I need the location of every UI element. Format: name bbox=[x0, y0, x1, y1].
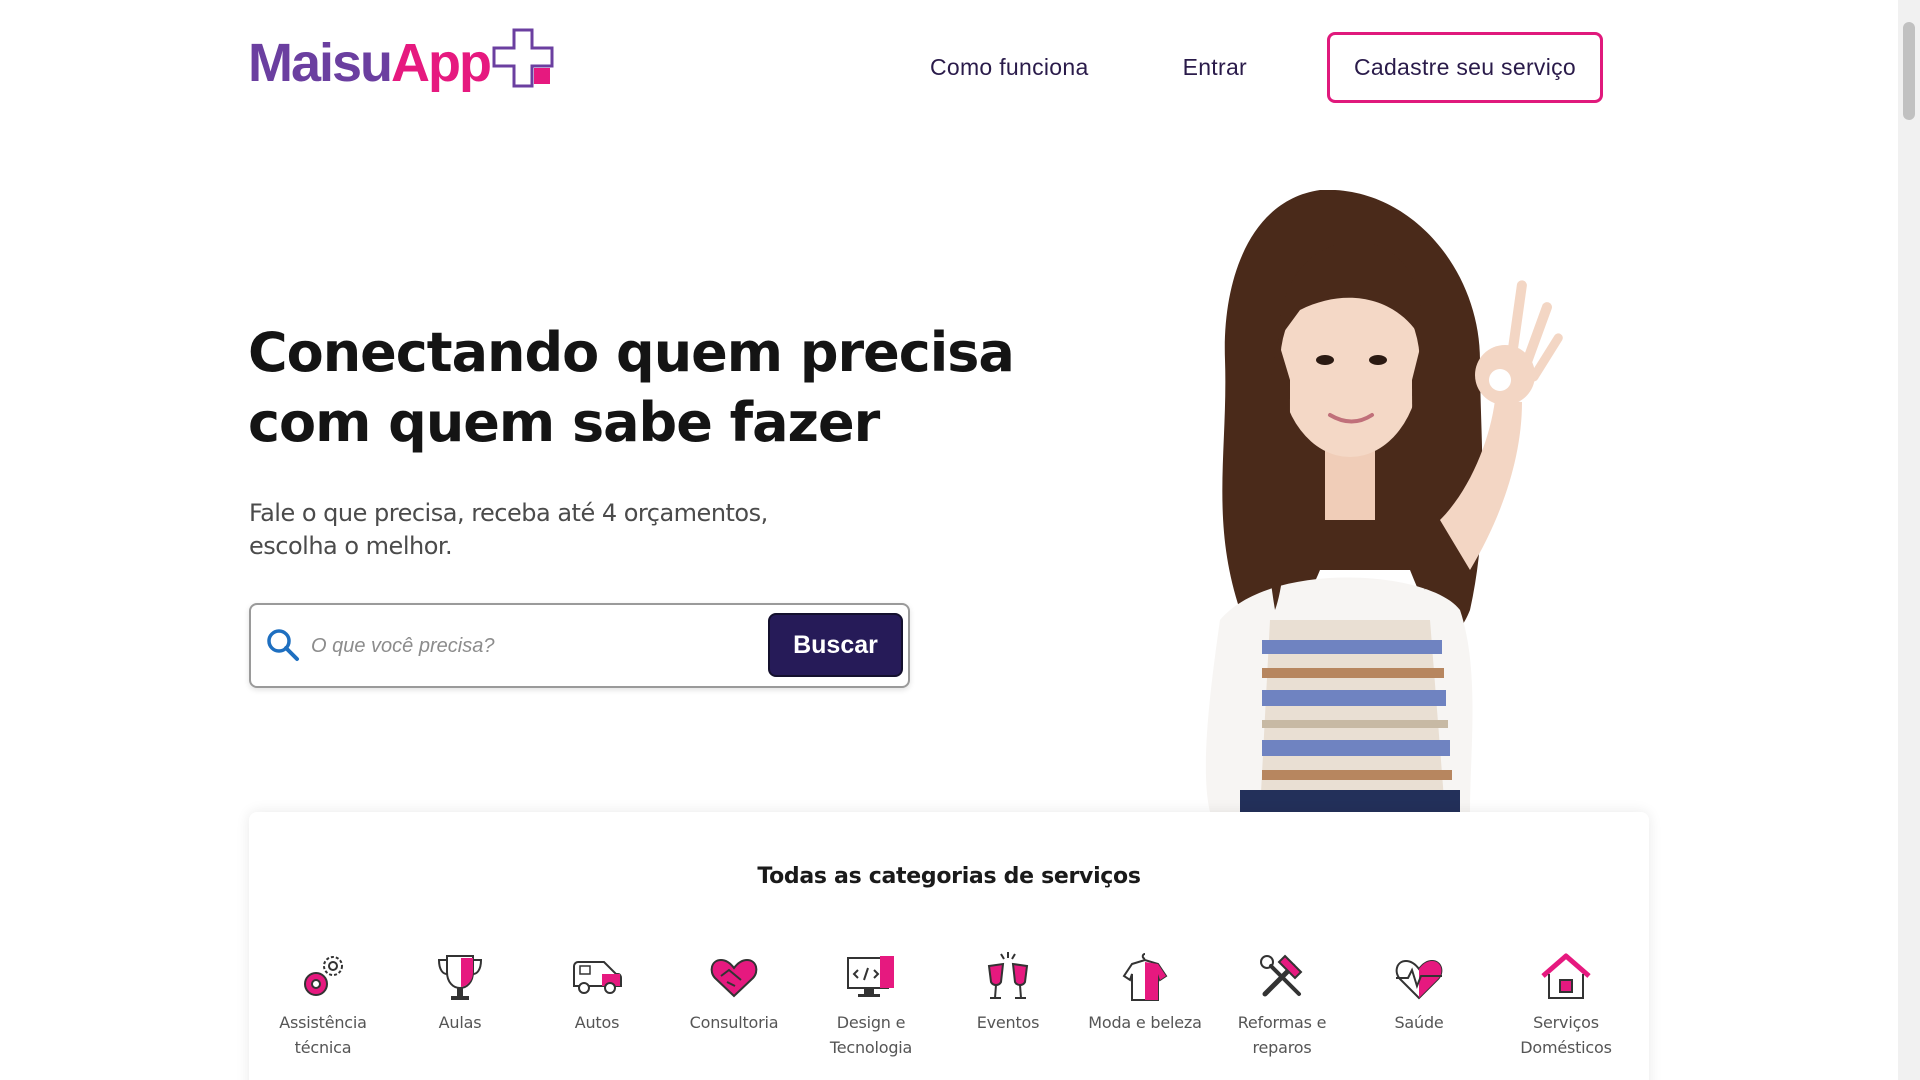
categories-title: Todas as categorias de serviços bbox=[757, 864, 1141, 889]
category-label: Design e Tecnologia bbox=[829, 1013, 913, 1057]
category-label: Consultoria bbox=[689, 1013, 779, 1032]
house-icon bbox=[1541, 953, 1591, 999]
logo-plus-icon bbox=[492, 28, 554, 88]
shirt-hanger-icon bbox=[1122, 953, 1168, 1001]
logo-text: MaisuApp bbox=[248, 33, 492, 93]
category-aulas[interactable]: Aulas bbox=[400, 950, 520, 1035]
category-label: Saúde bbox=[1394, 1013, 1444, 1032]
category-design-tecnologia[interactable]: Design e Tecnologia bbox=[811, 950, 931, 1060]
category-autos[interactable]: Autos bbox=[537, 950, 657, 1035]
category-label: Assistência técnica bbox=[279, 1013, 367, 1057]
champagne-glasses-icon bbox=[987, 952, 1029, 999]
handshake-icon bbox=[710, 958, 758, 998]
hero-woman-image bbox=[1205, 190, 1563, 812]
category-servicos-domesticos[interactable]: Serviços Domésticos bbox=[1506, 950, 1626, 1060]
monitor-code-icon bbox=[847, 956, 894, 997]
heart-pulse-icon bbox=[1395, 959, 1443, 1000]
apron-stripes bbox=[1240, 620, 1460, 812]
category-eventos[interactable]: Eventos bbox=[948, 950, 1068, 1035]
maisuapp-logo[interactable]: MaisuApp bbox=[248, 22, 556, 90]
search-bar: Buscar bbox=[249, 603, 910, 688]
van-icon bbox=[573, 961, 622, 994]
search-icon bbox=[267, 629, 299, 661]
page-scrollbar[interactable] bbox=[1898, 0, 1920, 1080]
register-service-button[interactable]: Cadastre seu serviço bbox=[1327, 32, 1603, 103]
category-saude[interactable]: Saúde bbox=[1359, 950, 1479, 1035]
nav-login[interactable]: Entrar bbox=[1183, 54, 1247, 81]
hero-title: Conectando quem precisa com quem sabe fa… bbox=[248, 321, 1015, 454]
category-consultoria[interactable]: Consultoria bbox=[674, 950, 794, 1035]
nav-how-it-works[interactable]: Como funciona bbox=[930, 54, 1089, 81]
categories-card: Todas as categorias de serviços Assistên… bbox=[249, 812, 1649, 1080]
category-label: Moda e beleza bbox=[1088, 1013, 1202, 1032]
hammer-wrench-icon bbox=[1260, 954, 1303, 997]
category-label: Autos bbox=[574, 1013, 620, 1032]
search-input[interactable] bbox=[311, 625, 741, 667]
category-label: Aulas bbox=[438, 1013, 482, 1032]
search-button[interactable]: Buscar bbox=[768, 613, 903, 677]
category-label: Eventos bbox=[976, 1013, 1040, 1032]
hero-subtitle: Fale o que precisa, receba até 4 orçamen… bbox=[249, 499, 768, 560]
category-assistencia-tecnica[interactable]: Assistência técnica bbox=[263, 950, 383, 1060]
gears-icon bbox=[304, 956, 343, 996]
category-reformas-reparos[interactable]: Reformas e reparos bbox=[1222, 950, 1342, 1060]
trophy-icon bbox=[437, 955, 483, 1000]
main-nav: Como funciona Entrar Cadastre seu serviç… bbox=[930, 32, 1603, 103]
category-label: Reformas e reparos bbox=[1237, 1013, 1327, 1057]
category-moda-beleza[interactable]: Moda e beleza bbox=[1085, 950, 1205, 1035]
site-header: MaisuApp Como funciona Entrar Cadastre s… bbox=[0, 0, 1898, 130]
category-label: Serviços Domésticos bbox=[1520, 1013, 1612, 1057]
scrollbar-thumb[interactable] bbox=[1903, 22, 1915, 120]
